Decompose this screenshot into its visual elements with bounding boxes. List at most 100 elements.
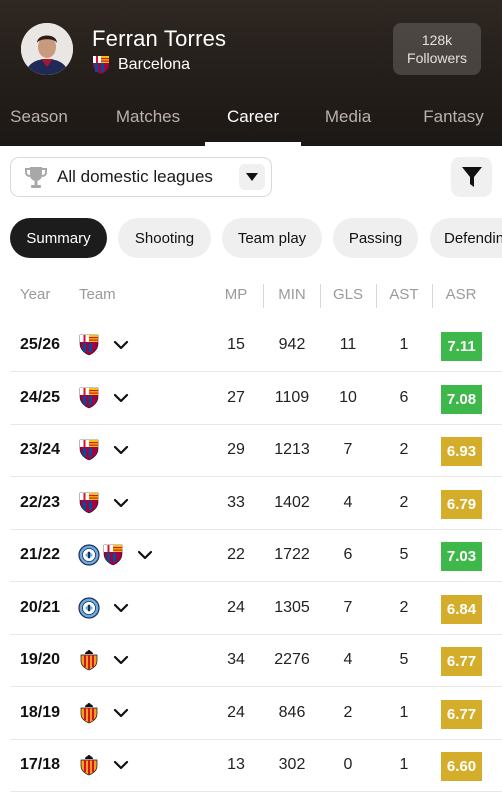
chip-team-play[interactable]: Team play bbox=[222, 218, 322, 258]
chevron-down-icon[interactable] bbox=[112, 599, 130, 617]
goals: 11 bbox=[339, 336, 357, 353]
chevron-down-icon[interactable] bbox=[112, 756, 130, 774]
chevron-down-icon[interactable] bbox=[112, 441, 130, 459]
team-cell[interactable] bbox=[78, 596, 130, 620]
assists: 6 bbox=[399, 388, 409, 406]
table-row[interactable]: 17/18 13 302 0 1 6.60 bbox=[0, 740, 502, 792]
season-year: 23/24 bbox=[20, 441, 61, 458]
goals: 6 bbox=[343, 546, 353, 563]
table-row[interactable]: 21/22 22 1722 6 5 7.03 bbox=[0, 530, 502, 582]
team-cell[interactable] bbox=[78, 333, 130, 357]
assists: 2 bbox=[399, 441, 409, 458]
tab-season[interactable]: Season bbox=[0, 101, 78, 146]
tab-career[interactable]: Career bbox=[205, 101, 301, 146]
header-year: Year bbox=[20, 286, 51, 303]
league-select[interactable]: All domestic leagues bbox=[10, 157, 272, 197]
assists: 1 bbox=[399, 336, 409, 353]
player-header: Ferran Torres Barcelona 128k Followers S… bbox=[0, 0, 502, 146]
matches-played: 29 bbox=[227, 441, 245, 458]
chevron-down-icon[interactable] bbox=[112, 389, 130, 407]
minutes-played: 1213 bbox=[274, 441, 310, 458]
dropdown-arrow-icon[interactable] bbox=[239, 164, 265, 190]
barcelona-crest-icon bbox=[103, 544, 123, 566]
season-year: 17/18 bbox=[20, 756, 61, 773]
tab-fantasy[interactable]: Fantasy bbox=[405, 101, 502, 146]
matches-played: 15 bbox=[227, 336, 245, 353]
header-gls[interactable]: GLS bbox=[326, 286, 370, 303]
goals: 4 bbox=[343, 651, 353, 668]
header-asr[interactable]: ASR bbox=[439, 286, 483, 303]
team-cell[interactable] bbox=[78, 386, 130, 410]
assists: 2 bbox=[399, 598, 409, 616]
rating-badge: 6.79 bbox=[441, 489, 482, 519]
valencia-crest-icon bbox=[80, 755, 98, 776]
minutes-played: 1305 bbox=[274, 598, 310, 616]
club-row[interactable]: Barcelona bbox=[92, 55, 190, 75]
season-year: 24/25 bbox=[20, 388, 61, 406]
matches-played: 33 bbox=[227, 493, 245, 511]
rating-badge: 6.84 bbox=[441, 594, 482, 624]
row-divider bbox=[10, 791, 502, 792]
team-cell[interactable] bbox=[78, 701, 130, 725]
team-cell[interactable] bbox=[78, 648, 130, 672]
team-cell[interactable] bbox=[78, 438, 130, 462]
active-tab-indicator bbox=[205, 142, 301, 146]
header-team: Team bbox=[79, 286, 116, 303]
chevron-down-icon[interactable] bbox=[136, 546, 154, 564]
barcelona-crest-icon bbox=[79, 492, 99, 513]
chip-shooting[interactable]: Shooting bbox=[118, 218, 211, 258]
table-row[interactable]: 18/19 24 846 2 1 6.77 bbox=[0, 688, 502, 740]
assists: 2 bbox=[399, 493, 409, 511]
goals: 2 bbox=[343, 703, 353, 721]
chevron-down-icon[interactable] bbox=[112, 651, 130, 669]
tab-bar: Season Matches Career Media Fantasy bbox=[0, 101, 502, 146]
rating-badge: 6.60 bbox=[441, 752, 482, 781]
minutes-played: 2276 bbox=[274, 651, 310, 668]
season-year: 21/22 bbox=[20, 546, 61, 563]
header-min[interactable]: MIN bbox=[270, 286, 314, 303]
assists: 5 bbox=[399, 546, 409, 563]
matches-played: 34 bbox=[227, 651, 245, 668]
followers-button[interactable]: 128k Followers bbox=[393, 23, 481, 75]
man-city-crest-icon bbox=[78, 596, 100, 619]
filter-button[interactable] bbox=[451, 157, 492, 197]
header-mp[interactable]: MP bbox=[214, 286, 258, 303]
chip-summary[interactable]: Summary bbox=[10, 218, 107, 258]
matches-played: 24 bbox=[227, 703, 245, 721]
header-ast[interactable]: AST bbox=[382, 286, 426, 303]
rating-badge: 7.08 bbox=[441, 384, 482, 414]
table-row[interactable]: 24/25 27 1109 10 6 7.08 bbox=[0, 373, 502, 425]
goals: 10 bbox=[339, 388, 357, 406]
chevron-down-icon[interactable] bbox=[112, 336, 130, 354]
season-year: 18/19 bbox=[20, 703, 61, 721]
followers-label: Followers bbox=[407, 50, 467, 66]
minutes-played: 846 bbox=[278, 703, 306, 721]
table-row[interactable]: 23/24 29 1213 7 2 6.93 bbox=[0, 425, 502, 477]
chip-passing[interactable]: Passing bbox=[333, 218, 418, 258]
rating-badge: 6.93 bbox=[441, 437, 482, 466]
team-cell[interactable] bbox=[78, 491, 130, 515]
table-row[interactable]: 19/20 34 2276 4 5 6.77 bbox=[0, 635, 502, 687]
table-row[interactable]: 22/23 33 1402 4 2 6.79 bbox=[0, 478, 502, 530]
goals: 0 bbox=[343, 756, 353, 773]
trophy-icon bbox=[25, 167, 47, 188]
rating-badge: 7.03 bbox=[441, 542, 482, 571]
table-row[interactable]: 25/26 15 942 11 1 7.11 bbox=[0, 320, 502, 372]
chevron-down-icon[interactable] bbox=[112, 494, 130, 512]
valencia-crest-icon bbox=[80, 650, 98, 671]
followers-count: 128k bbox=[421, 32, 453, 48]
minutes-played: 942 bbox=[278, 336, 306, 353]
chevron-down-icon[interactable] bbox=[112, 704, 130, 722]
team-cell[interactable] bbox=[78, 753, 130, 777]
season-year: 19/20 bbox=[20, 651, 61, 668]
matches-played: 22 bbox=[227, 546, 245, 563]
player-avatar[interactable] bbox=[21, 23, 73, 75]
funnel-icon bbox=[461, 167, 482, 187]
chip-defending[interactable]: Defending bbox=[430, 218, 502, 258]
tab-media[interactable]: Media bbox=[312, 101, 384, 146]
team-cell[interactable] bbox=[78, 543, 154, 567]
table-row[interactable]: 20/21 24 1305 7 2 6.84 bbox=[0, 583, 502, 635]
season-year: 20/21 bbox=[20, 598, 61, 616]
tab-matches[interactable]: Matches bbox=[104, 101, 192, 146]
rating-badge: 6.77 bbox=[441, 699, 482, 729]
